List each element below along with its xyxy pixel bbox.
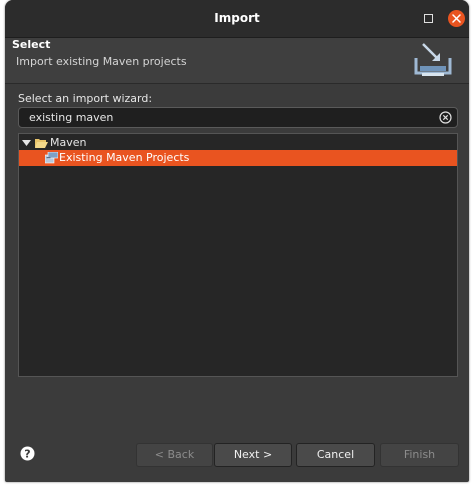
window-title: Import	[214, 11, 260, 25]
wizard-label: Select an import wizard:	[18, 92, 153, 105]
tree-item-label: Maven	[50, 136, 87, 149]
chevron-down-icon[interactable]	[22, 140, 31, 146]
folder-open-icon	[35, 139, 48, 148]
next-button[interactable]: Next >	[214, 443, 292, 467]
import-wizard-icon	[413, 40, 453, 78]
tree-item-maven[interactable]: Maven	[21, 135, 451, 151]
page-description: Import existing Maven projects	[16, 55, 187, 68]
wizard-tree[interactable]: Maven Existing Maven Projects	[18, 133, 458, 377]
import-dialog: Import Select Import existing Maven proj…	[5, 0, 469, 482]
close-icon[interactable]	[448, 10, 465, 27]
page-title: Select	[12, 38, 51, 51]
finish-button[interactable]: Finish	[380, 443, 459, 467]
clear-search-icon[interactable]	[439, 111, 452, 124]
title-bar[interactable]: Import	[5, 0, 469, 38]
search-input[interactable]	[25, 108, 433, 127]
tree-item-existing-maven-projects[interactable]: Existing Maven Projects	[19, 150, 457, 166]
maven-project-icon	[45, 152, 58, 164]
help-icon[interactable]: ?	[20, 446, 35, 461]
svg-text:?: ?	[24, 448, 30, 461]
cancel-button[interactable]: Cancel	[296, 443, 375, 467]
wizard-header: Select Import existing Maven projects	[5, 38, 469, 84]
search-box	[18, 107, 458, 128]
tree-item-label: Existing Maven Projects	[59, 151, 190, 164]
maximize-icon[interactable]	[424, 14, 433, 23]
back-button[interactable]: < Back	[136, 443, 213, 467]
